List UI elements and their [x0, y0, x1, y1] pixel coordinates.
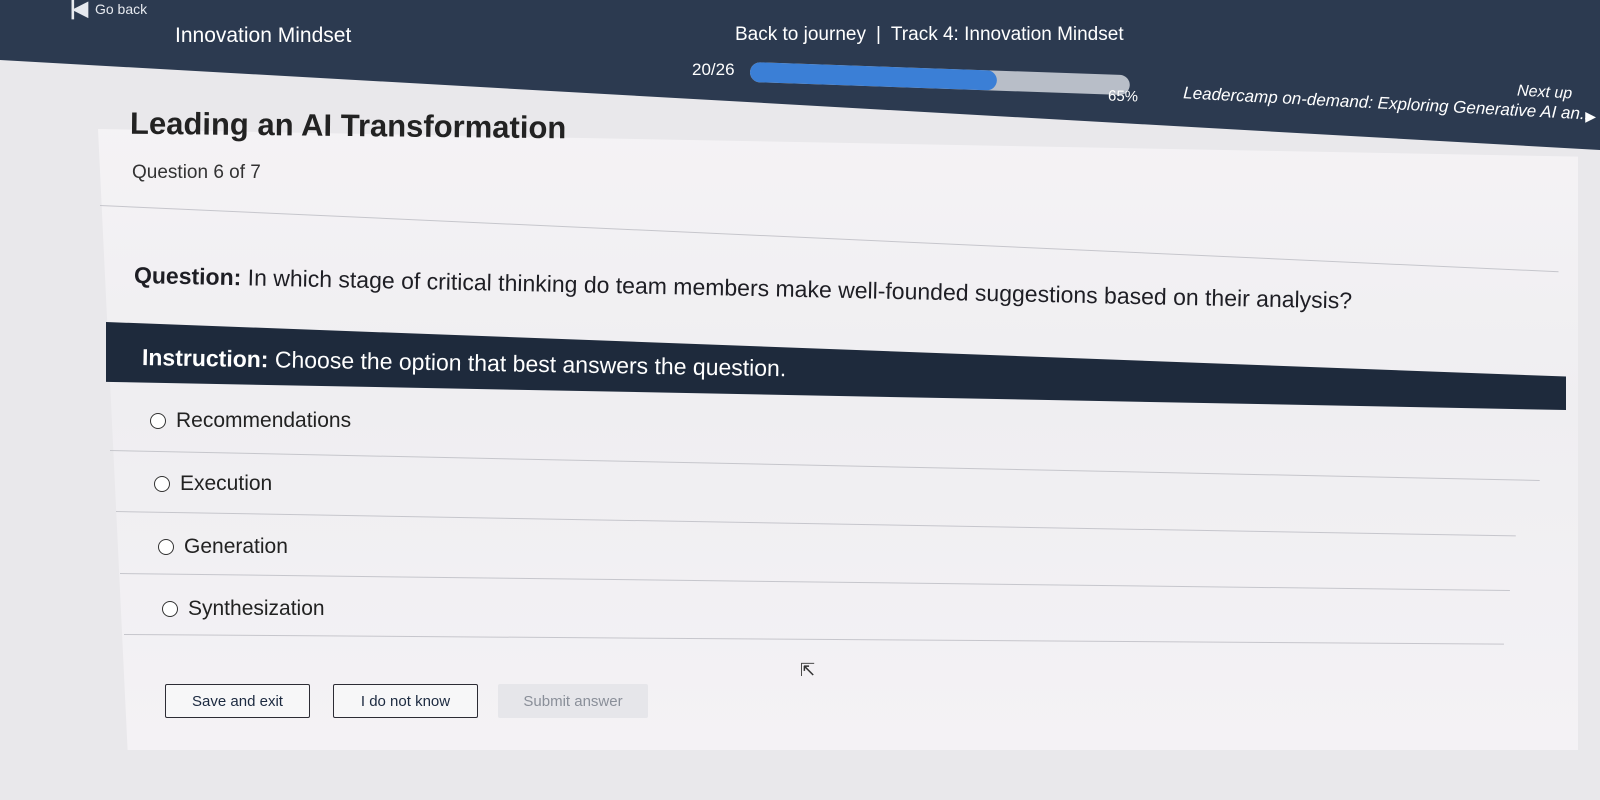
mouse-pointer-icon: ⇱ — [800, 660, 816, 680]
option-execution[interactable]: Execution — [154, 472, 272, 496]
course-title: Innovation Mindset — [175, 24, 352, 47]
save-and-exit-button[interactable]: Save and exit — [165, 684, 310, 718]
progress-bar — [749, 62, 1131, 96]
option-synthesization[interactable]: Synthesization — [162, 597, 325, 621]
radio-button[interactable] — [154, 476, 170, 492]
next-arrow-icon[interactable]: ▶ — [1585, 108, 1596, 125]
progress-percent: 65% — [1107, 87, 1139, 106]
option-label[interactable]: Generation — [184, 535, 288, 559]
track-title: Track 4: Innovation Mindset — [890, 24, 1124, 45]
go-back-link[interactable]: |◀ Go back — [70, 0, 147, 21]
radio-button[interactable] — [150, 413, 166, 429]
option-label[interactable]: Synthesization — [188, 597, 325, 621]
breadcrumb-separator: | — [875, 24, 881, 45]
instruction-label: Instruction: — [141, 344, 269, 373]
go-back-label[interactable]: Go back — [95, 1, 147, 17]
progress-count: 20/26 — [692, 60, 735, 79]
journey-breadcrumb: Back to journey | Track 4: Innovation Mi… — [735, 24, 1124, 46]
radio-button[interactable] — [162, 601, 178, 617]
question-count: Question 6 of 7 — [132, 162, 261, 183]
progress-fill — [749, 62, 998, 91]
submit-answer-button[interactable]: Submit answer — [498, 684, 648, 718]
option-label[interactable]: Recommendations — [176, 409, 351, 433]
radio-button[interactable] — [158, 539, 174, 555]
option-label[interactable]: Execution — [180, 472, 272, 496]
lesson-title: Leading an AI Transformation — [129, 105, 567, 146]
option-generation[interactable]: Generation — [158, 535, 288, 559]
skip-back-icon[interactable]: |◀ — [70, 0, 88, 21]
i-do-not-know-button[interactable]: I do not know — [333, 684, 478, 718]
back-to-journey-link[interactable]: Back to journey — [735, 24, 866, 46]
question-label: Question: — [133, 262, 242, 291]
option-recommendations[interactable]: Recommendations — [150, 409, 351, 433]
